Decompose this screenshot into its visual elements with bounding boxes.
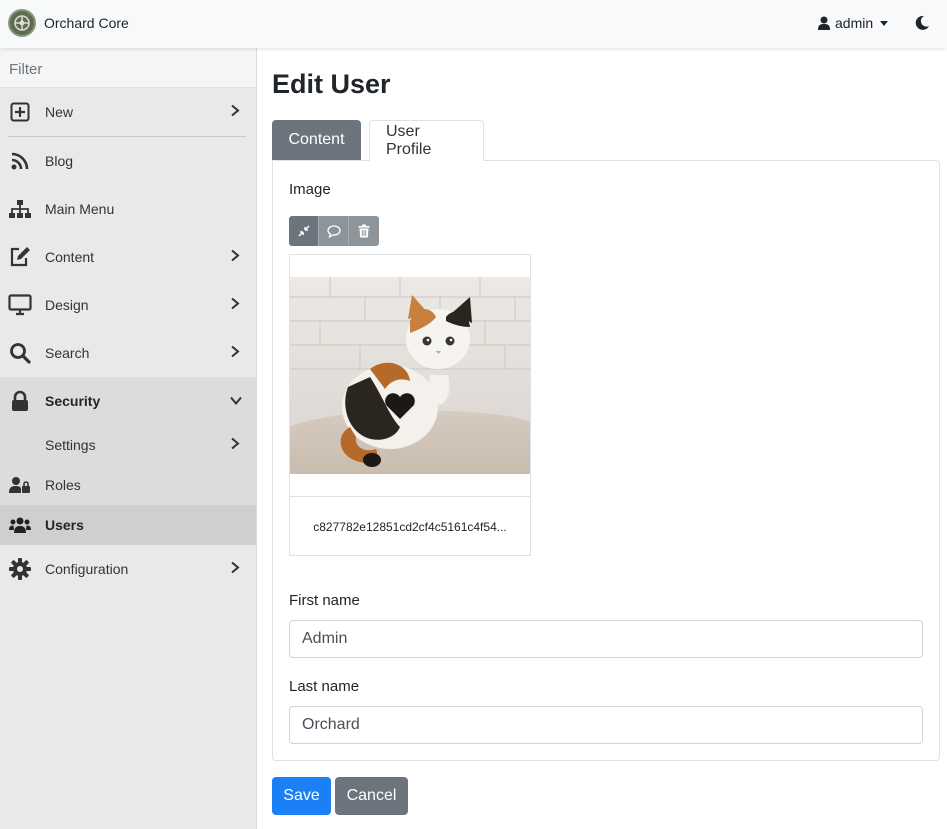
chevron-down-icon — [230, 393, 242, 410]
sidebar-item-users[interactable]: Users — [0, 505, 256, 545]
sidebar-item-label: Design — [45, 297, 89, 313]
top-navbar: Orchard Core admin — [0, 0, 947, 48]
caret-down-icon — [880, 20, 889, 26]
media-filename-text: c827782e12851cd2cf4c5161c4f54... — [313, 519, 507, 534]
user-icon — [818, 16, 830, 30]
sidebar: Filter New Blog Main Menu Content Design — [0, 48, 257, 829]
tab-content[interactable]: Content — [272, 120, 361, 160]
user-menu-label: admin — [835, 15, 874, 31]
chevron-right-icon — [230, 345, 240, 362]
first-name-label: First name — [289, 592, 360, 609]
plus-square-icon — [8, 100, 32, 124]
sidebar-item-roles[interactable]: Roles — [0, 465, 256, 505]
last-name-input[interactable] — [289, 706, 923, 744]
sidebar-item-content[interactable]: Content — [0, 233, 256, 281]
sidebar-item-search[interactable]: Search — [0, 329, 256, 377]
brand[interactable]: Orchard Core — [8, 9, 129, 37]
user-lock-icon — [8, 473, 32, 497]
sidebar-item-label: Content — [45, 249, 95, 265]
rss-icon — [8, 149, 32, 173]
save-button[interactable]: Save — [272, 777, 331, 815]
page-title: Edit User — [272, 69, 391, 99]
edit-icon — [8, 245, 32, 269]
sidebar-filter-input[interactable]: Filter — [0, 48, 256, 88]
media-thumbnail[interactable] — [290, 277, 530, 474]
users-icon — [8, 513, 32, 537]
chevron-right-icon — [230, 104, 240, 121]
monitor-icon — [8, 293, 32, 317]
collapse-button[interactable] — [289, 216, 319, 246]
delete-button[interactable] — [349, 216, 379, 246]
sitemap-icon — [8, 197, 32, 221]
sidebar-item-label: New — [45, 104, 74, 120]
caption-button[interactable] — [319, 216, 349, 246]
last-name-label: Last name — [289, 678, 360, 695]
chevron-right-icon — [230, 437, 240, 454]
trash-icon — [358, 224, 370, 238]
sidebar-item-label: Roles — [45, 477, 81, 493]
cat-photo-image — [290, 277, 530, 474]
sidebar-item-label: Search — [45, 345, 90, 361]
image-toolbar — [289, 216, 379, 246]
user-menu-dropdown[interactable]: admin — [818, 15, 889, 31]
sidebar-item-settings[interactable]: Settings — [0, 425, 256, 465]
search-icon — [8, 341, 32, 365]
gear-icon — [8, 557, 32, 581]
cancel-button[interactable]: Cancel — [335, 777, 408, 815]
dark-mode-toggle[interactable] — [914, 15, 930, 35]
media-filename: c827782e12851cd2cf4c5161c4f54... — [290, 496, 530, 556]
sidebar-item-main-menu[interactable]: Main Menu — [0, 185, 256, 233]
lock-icon — [8, 389, 32, 413]
editor-tabs: Content User Profile — [272, 120, 484, 161]
tab-user-profile[interactable]: User Profile — [369, 120, 484, 161]
chevron-right-icon — [230, 249, 240, 266]
filter-placeholder: Filter — [9, 61, 43, 78]
sidebar-item-label: Users — [45, 517, 84, 533]
sidebar-item-new[interactable]: New — [0, 88, 256, 136]
app-title: Orchard Core — [44, 15, 129, 31]
sidebar-item-label: Main Menu — [45, 201, 115, 217]
sidebar-item-blog[interactable]: Blog — [0, 137, 256, 185]
chevron-right-icon — [230, 297, 240, 314]
first-name-input[interactable] — [289, 620, 923, 658]
sidebar-item-configuration[interactable]: Configuration — [0, 545, 256, 593]
compress-icon — [297, 225, 310, 237]
sidebar-item-design[interactable]: Design — [0, 281, 256, 329]
media-card[interactable]: c827782e12851cd2cf4c5161c4f54... — [289, 254, 531, 556]
sidebar-item-label: Blog — [45, 153, 74, 169]
chevron-right-icon — [230, 561, 240, 578]
sidebar-item-label: Configuration — [45, 561, 129, 577]
moon-icon — [915, 15, 929, 30]
sidebar-item-security[interactable]: Security — [0, 377, 256, 425]
image-field-label: Image — [289, 181, 331, 198]
comment-icon — [326, 224, 341, 238]
sidebar-item-label: Settings — [45, 437, 96, 453]
sidebar-item-label: Security — [45, 393, 101, 409]
orchard-logo-icon — [8, 9, 36, 37]
